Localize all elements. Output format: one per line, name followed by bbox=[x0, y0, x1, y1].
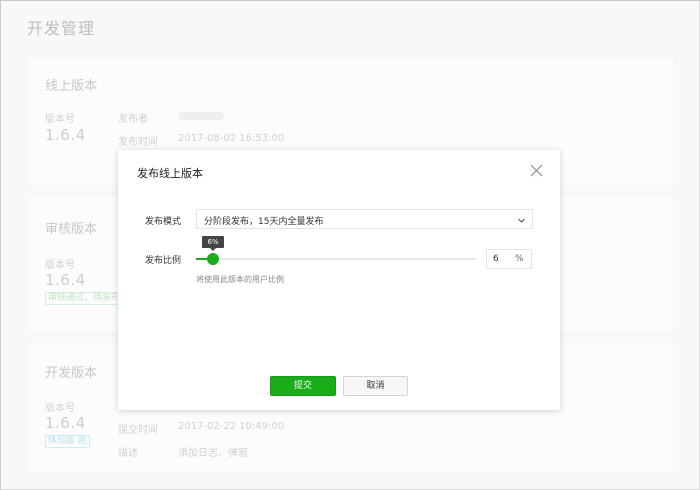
publish-ratio-label: 发布比例 bbox=[145, 256, 182, 266]
publish-mode-select[interactable]: 分阶段发布，15天内全量发布 bbox=[196, 209, 533, 229]
slider-track[interactable] bbox=[196, 258, 476, 260]
slider-tooltip: 6% bbox=[202, 236, 224, 251]
close-button[interactable] bbox=[530, 164, 543, 177]
app-frame: 开发管理 线上版本 版本号 1.6.4 发布者 发布时间 2017-08-02 … bbox=[0, 0, 700, 490]
cancel-button[interactable]: 取消 bbox=[343, 376, 408, 396]
publish-mode-value: 分阶段发布，15天内全量发布 bbox=[204, 217, 324, 227]
chevron-down-icon bbox=[518, 218, 525, 223]
close-icon bbox=[530, 164, 543, 177]
submit-button[interactable]: 提交 bbox=[270, 376, 336, 396]
publish-ratio-slider[interactable]: 6% bbox=[196, 236, 476, 267]
publish-dialog: 发布线上版本 发布模式 分阶段发布，15天内全量发布 发布比例 6% 6 % 将… bbox=[118, 150, 560, 410]
ratio-unit: % bbox=[515, 254, 524, 264]
publish-mode-label: 发布模式 bbox=[145, 217, 182, 227]
dialog-title: 发布线上版本 bbox=[137, 167, 203, 180]
ratio-input-value: 6 bbox=[493, 254, 499, 264]
slider-handle[interactable] bbox=[207, 253, 219, 265]
ratio-input[interactable]: 6 % bbox=[486, 249, 532, 269]
ratio-hint: 将使用此版本的用户比例 bbox=[196, 275, 284, 284]
